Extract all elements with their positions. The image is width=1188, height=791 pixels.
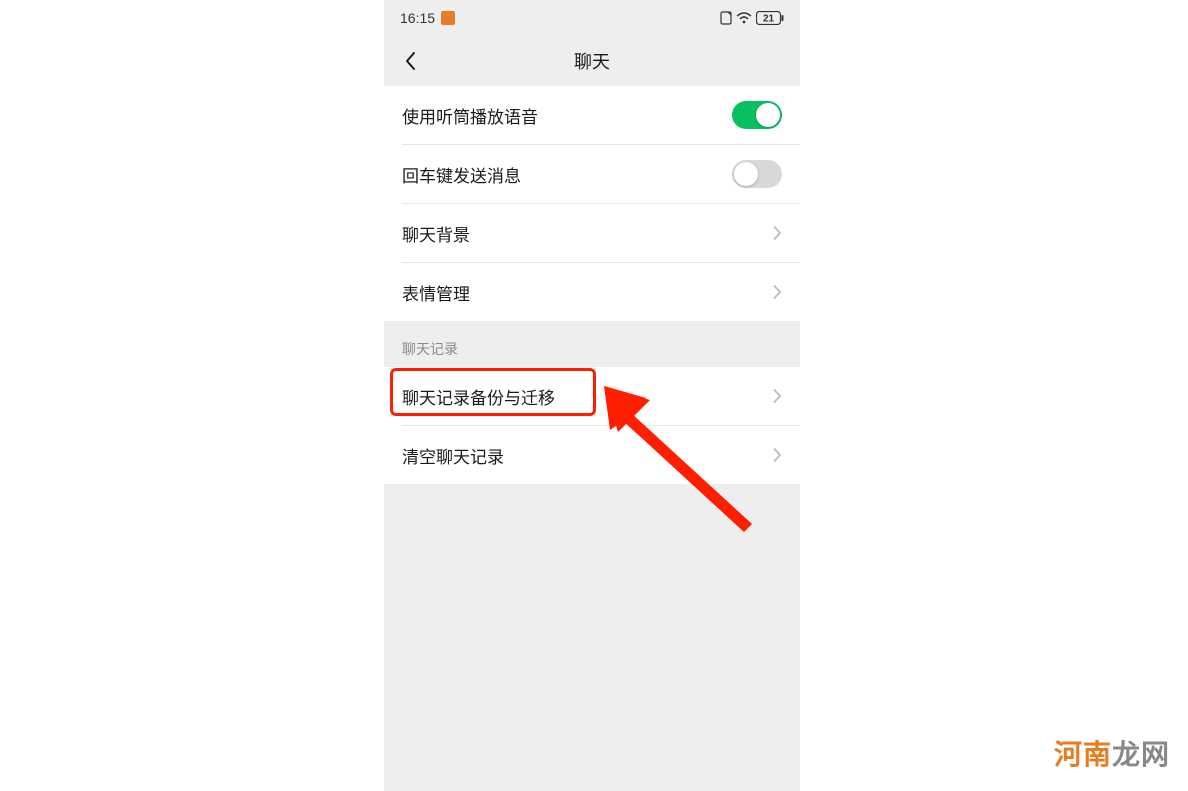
row-label: 使用听筒播放语音 bbox=[402, 103, 538, 128]
watermark-a: 河南 bbox=[1054, 739, 1112, 770]
chevron-left-icon bbox=[404, 51, 416, 71]
status-bar: 16:15 21 bbox=[384, 0, 800, 36]
row-enter-send[interactable]: 回车键发送消息 bbox=[384, 145, 800, 203]
section-header-history: 聊天记录 bbox=[384, 321, 800, 367]
row-label: 聊天背景 bbox=[402, 221, 470, 246]
status-time: 16:15 bbox=[400, 10, 435, 26]
watermark-b: 龙网 bbox=[1112, 739, 1170, 770]
toggle-knob bbox=[756, 103, 780, 127]
row-label: 清空聊天记录 bbox=[402, 443, 504, 468]
status-app-icon bbox=[441, 11, 455, 25]
row-clear-history[interactable]: 清空聊天记录 bbox=[384, 426, 800, 484]
chevron-right-icon bbox=[773, 447, 782, 463]
battery-text: 21 bbox=[763, 14, 775, 25]
toggle-knob bbox=[734, 162, 758, 186]
row-chat-background[interactable]: 聊天背景 bbox=[384, 204, 800, 262]
chevron-right-icon bbox=[773, 225, 782, 241]
row-label: 表情管理 bbox=[402, 280, 470, 305]
row-sticker-management[interactable]: 表情管理 bbox=[384, 263, 800, 321]
toggle-speaker-voice[interactable] bbox=[732, 101, 782, 129]
settings-group-general: 使用听筒播放语音 回车键发送消息 聊天背景 表情管理 bbox=[384, 86, 800, 321]
status-right: 21 bbox=[720, 11, 784, 25]
wifi-icon bbox=[736, 12, 752, 24]
back-button[interactable] bbox=[396, 47, 424, 75]
chevron-right-icon bbox=[773, 284, 782, 300]
row-speaker-voice[interactable]: 使用听筒播放语音 bbox=[384, 86, 800, 144]
settings-group-history: 聊天记录备份与迁移 清空聊天记录 bbox=[384, 367, 800, 484]
page-title: 聊天 bbox=[384, 48, 800, 74]
battery-icon: 21 bbox=[756, 11, 784, 25]
nav-header: 聊天 bbox=[384, 36, 800, 86]
row-label: 回车键发送消息 bbox=[402, 162, 521, 187]
watermark: 河南龙网 bbox=[1054, 733, 1170, 773]
phone-screen: 16:15 21 聊天 使用听筒播放语音 回车键发送消息 bbox=[384, 0, 800, 791]
row-label: 聊天记录备份与迁移 bbox=[402, 384, 555, 409]
sim-icon bbox=[720, 11, 732, 25]
chevron-right-icon bbox=[773, 388, 782, 404]
row-backup-migrate[interactable]: 聊天记录备份与迁移 bbox=[384, 367, 800, 425]
toggle-enter-send[interactable] bbox=[732, 160, 782, 188]
status-left: 16:15 bbox=[400, 10, 455, 26]
